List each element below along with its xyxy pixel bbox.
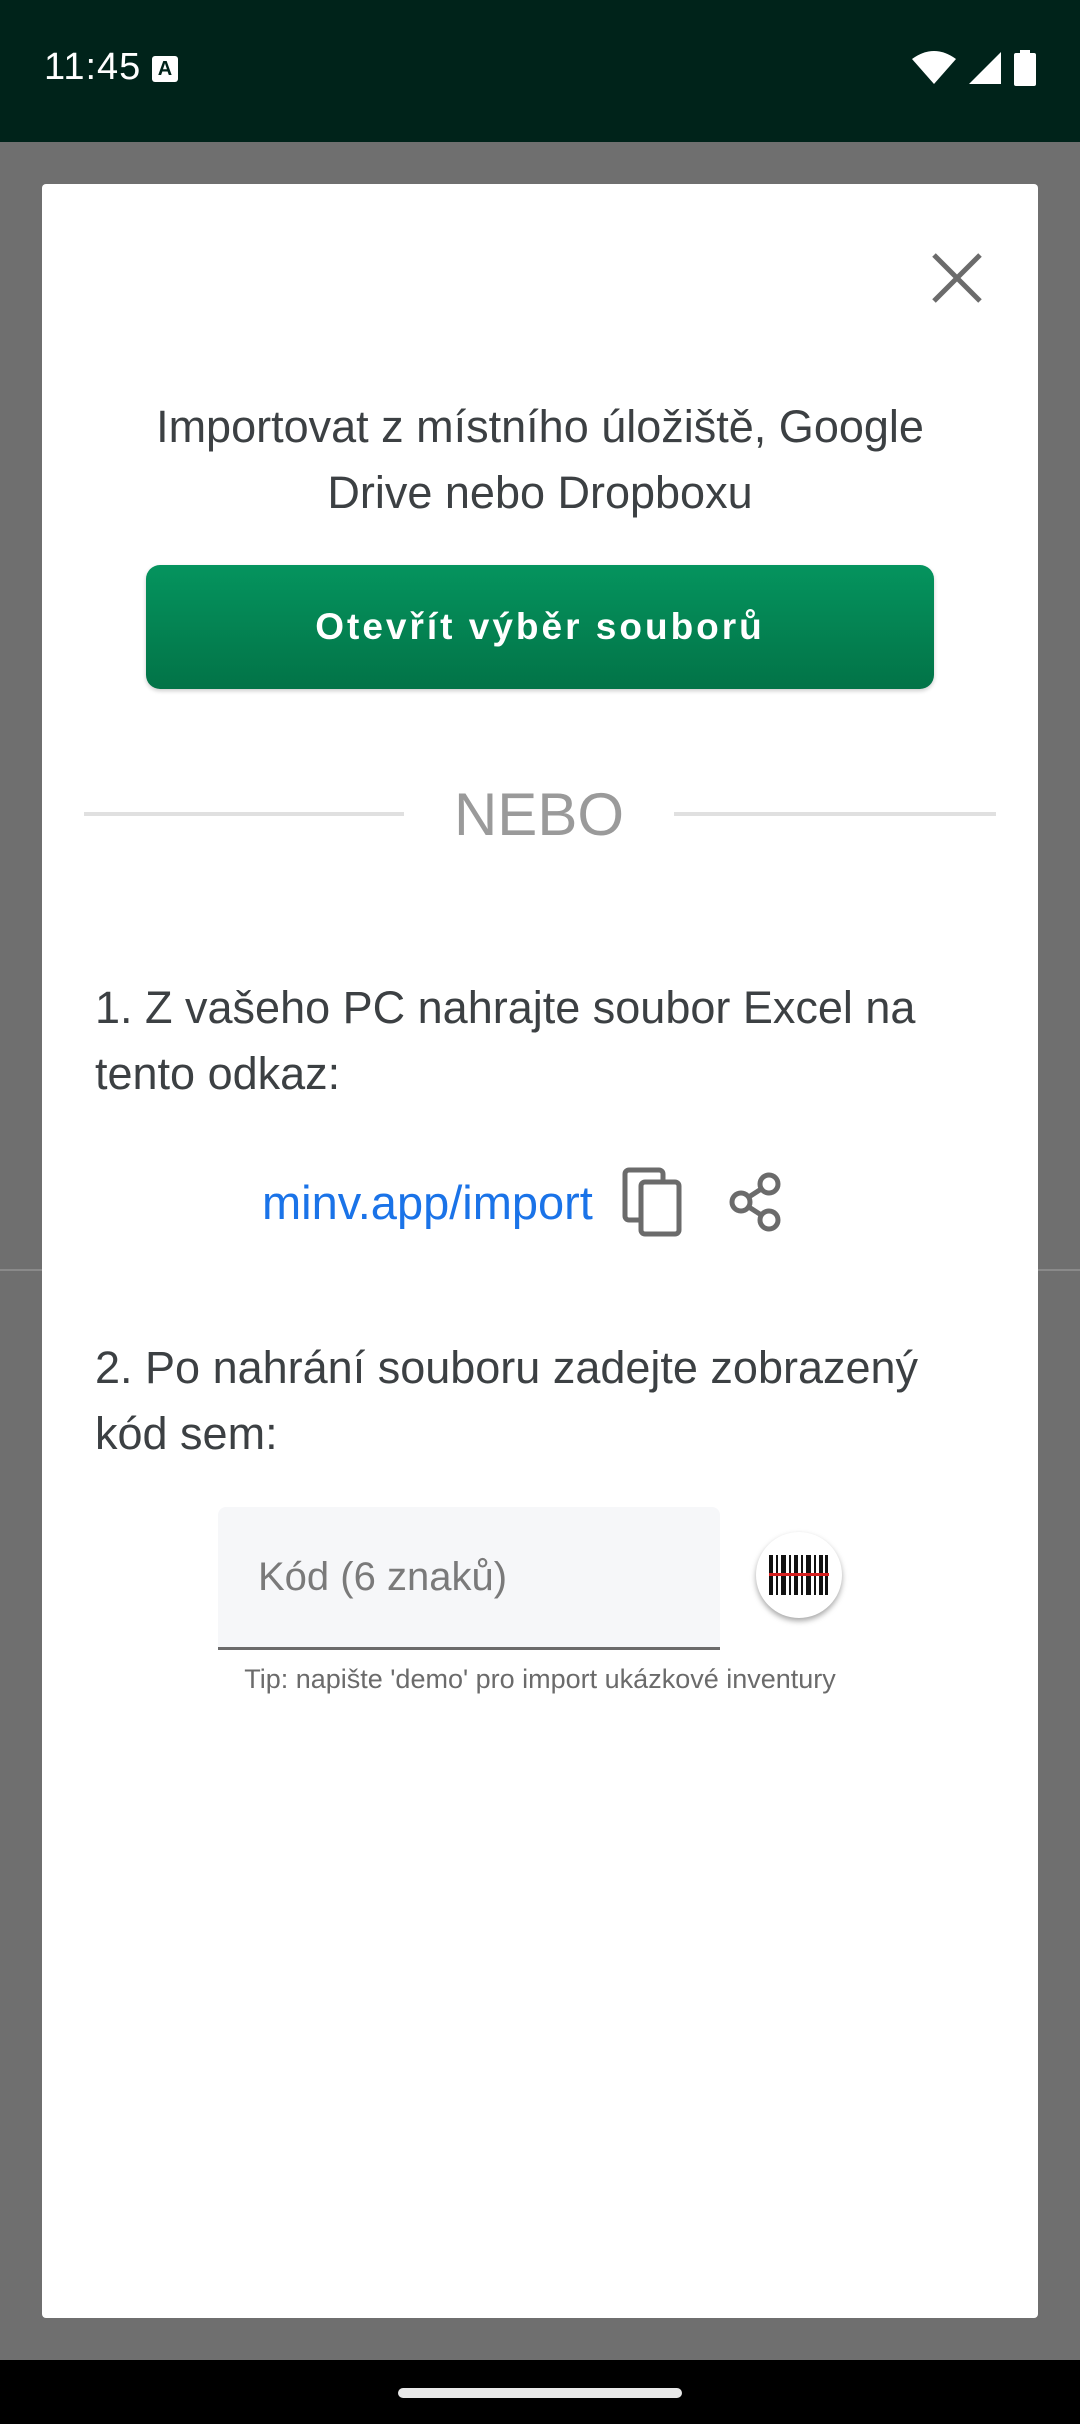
divider-line-left — [84, 812, 404, 816]
open-file-picker-button[interactable]: Otevřít výběr souborů — [146, 565, 934, 689]
divider-line-right — [674, 812, 996, 816]
close-icon — [932, 253, 982, 303]
home-gesture-handle[interactable] — [398, 2388, 682, 2398]
code-field[interactable] — [218, 1507, 720, 1650]
share-icon[interactable] — [725, 1172, 785, 1232]
signal-icon — [969, 52, 1001, 84]
intro-text: Importovat z místního úložiště, Google D… — [156, 401, 924, 518]
code-input[interactable] — [218, 1507, 720, 1647]
copy-icon[interactable] — [621, 1166, 685, 1238]
status-icons — [912, 50, 1036, 86]
divider-or-text: NEBO — [453, 781, 625, 848]
barcode-icon — [769, 1555, 829, 1595]
barcode-scan-button[interactable] — [756, 1532, 842, 1618]
notification-a-icon: A — [152, 56, 178, 82]
wifi-icon — [912, 51, 956, 84]
tip-text: Tip: napište 'demo' pro import ukázkové … — [244, 1664, 836, 1694]
step-2-text: 2. Po nahrání souboru zadejte zobrazený … — [95, 1342, 919, 1459]
close-button[interactable] — [917, 238, 997, 318]
navigation-bar — [0, 2360, 1080, 2424]
import-link-row: minv.app/import — [262, 1162, 785, 1242]
status-bar: 11:45 A — [0, 0, 1080, 142]
import-dialog: Importovat z místního úložiště, Google D… — [42, 184, 1038, 2318]
step-1-text: 1. Z vašeho PC nahrajte soubor Excel na … — [95, 982, 916, 1099]
battery-icon — [1014, 50, 1036, 86]
status-time: 11:45 — [44, 46, 142, 88]
import-link[interactable]: minv.app/import — [262, 1175, 593, 1230]
